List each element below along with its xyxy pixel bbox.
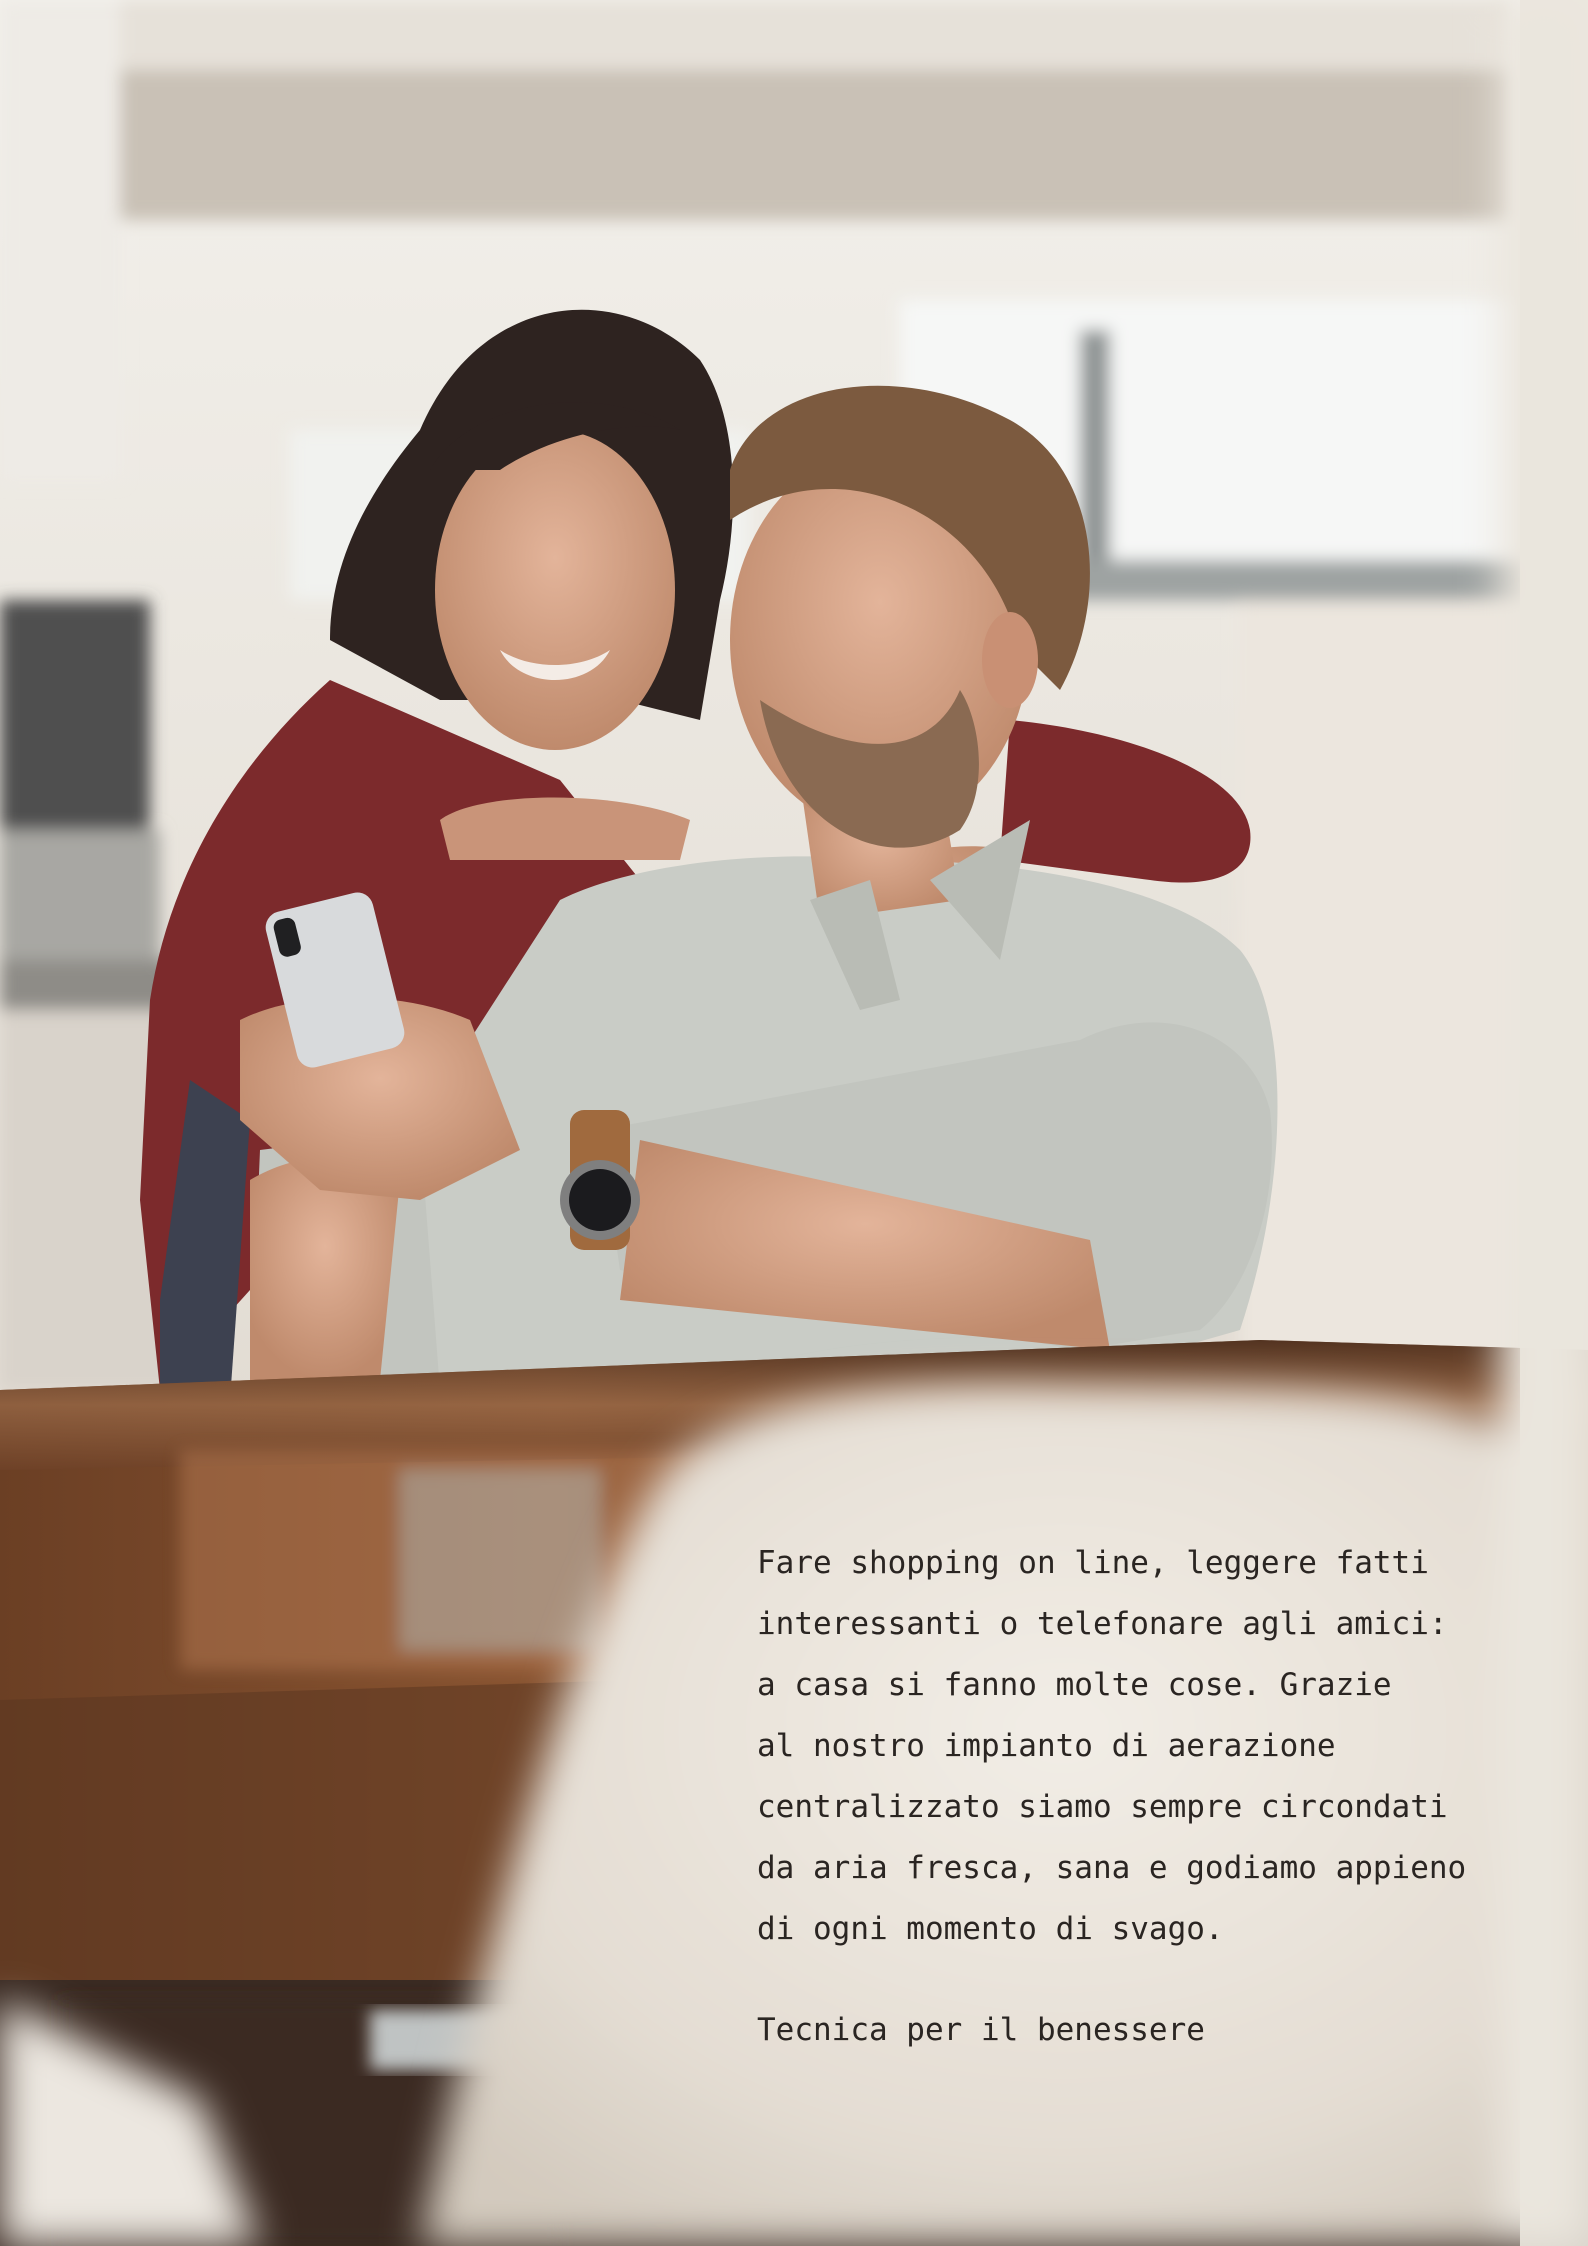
- body-copy: Fare shopping on line, leggere fatti int…: [757, 1533, 1517, 1960]
- body-line: di ogni momento di svago.: [757, 1911, 1224, 1947]
- brochure-page: Fare shopping on line, leggere fatti int…: [0, 0, 1588, 2246]
- body-line: Fare shopping on line, leggere fatti: [757, 1545, 1429, 1581]
- body-line: al nostro impianto di aerazione: [757, 1728, 1336, 1764]
- body-line: interessanti o telefonare agli amici:: [757, 1606, 1448, 1642]
- body-line: centralizzato siamo sempre circondati: [757, 1789, 1448, 1825]
- tagline: Tecnica per il benessere: [757, 2012, 1205, 2048]
- body-line: a casa si fanno molte cose. Grazie: [757, 1667, 1392, 1703]
- body-line: da aria fresca, sana e godiamo appieno: [757, 1850, 1467, 1886]
